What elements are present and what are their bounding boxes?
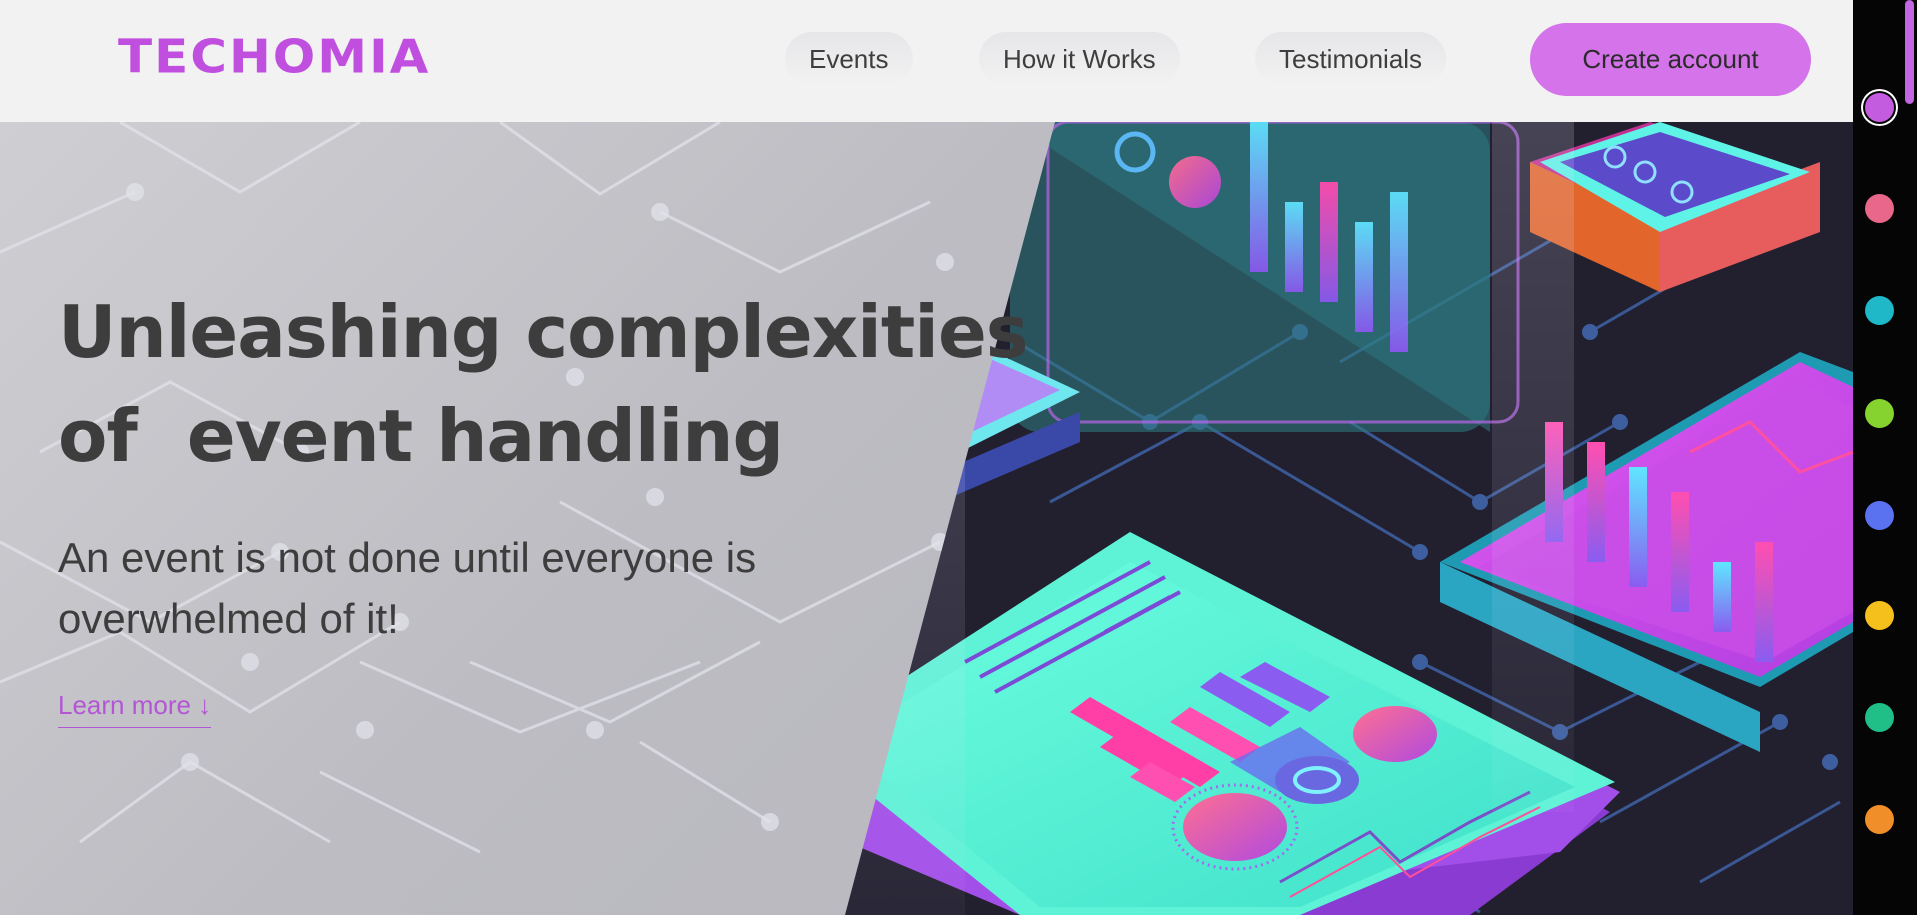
color-swatch-purple[interactable]: [1865, 93, 1894, 122]
logo[interactable]: TECHOMIA: [118, 34, 430, 80]
top-chart-panel: [1010, 122, 1520, 432]
color-swatch-orange[interactable]: [1865, 805, 1894, 834]
theme-color-sidebar: [1853, 0, 1917, 915]
headline-text: of: [58, 394, 138, 478]
headline-text: complexities: [525, 290, 1029, 374]
create-account-button[interactable]: Create account: [1530, 23, 1811, 96]
color-swatch-pink[interactable]: [1865, 194, 1894, 223]
color-swatch-yellow[interactable]: [1865, 601, 1894, 630]
nav-how-it-works[interactable]: How it Works: [979, 32, 1180, 86]
headline-highlight: event handling: [187, 384, 784, 488]
color-swatch-teal[interactable]: [1865, 703, 1894, 732]
hero-section: Unleashing complexities of event handlin…: [0, 122, 1853, 915]
headline-highlight: Unleashing: [58, 280, 502, 384]
color-swatch-cyan[interactable]: [1865, 296, 1894, 325]
hero-subtitle: An event is not done until everyone is o…: [58, 534, 757, 642]
color-swatch-blue[interactable]: [1865, 501, 1894, 530]
site-header: TECHOMIA Events How it Works Testimonial…: [0, 0, 1853, 122]
scrollbar-thumb[interactable]: [1905, 0, 1914, 104]
nav-testimonials[interactable]: Testimonials: [1255, 32, 1447, 86]
nav-events[interactable]: Events: [785, 32, 913, 86]
learn-more-link[interactable]: Learn more ↓: [58, 690, 212, 728]
color-swatch-green[interactable]: [1865, 399, 1894, 428]
hero-headline: Unleashing complexities of event handlin…: [58, 280, 1029, 488]
